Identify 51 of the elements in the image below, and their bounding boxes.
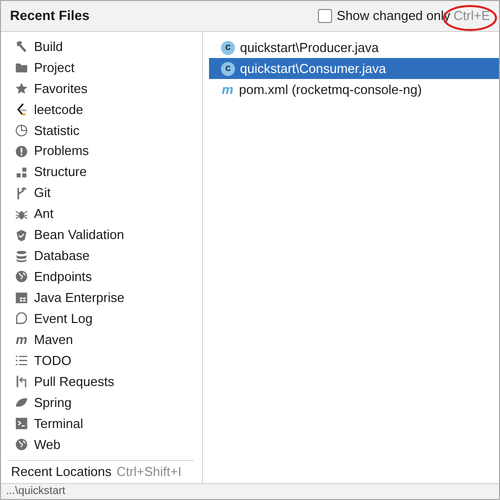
tool-window-item[interactable]: Endpoints: [6, 266, 197, 288]
tool-window-item[interactable]: Favorites: [6, 78, 197, 99]
tool-window-item[interactable]: leetcode: [6, 98, 197, 120]
status-bar: ...\quickstart: [1, 483, 499, 499]
tool-window-item[interactable]: Build: [6, 36, 197, 57]
tool-window-item[interactable]: TODO: [6, 350, 197, 372]
checkbox[interactable]: [318, 9, 332, 23]
list-icon: [15, 354, 28, 368]
tool-window-item[interactable]: Pull Requests: [6, 371, 197, 392]
logo-icon: [15, 102, 28, 116]
tool-window-item[interactable]: Bean Validation: [6, 224, 197, 246]
branch-icon: [15, 186, 28, 200]
pull-request-icon: [15, 375, 28, 388]
tool-window-item[interactable]: Statistic: [6, 120, 197, 141]
file-item[interactable]: c quickstart\Producer.java: [209, 37, 499, 58]
tool-window-item[interactable]: Spring: [6, 392, 197, 414]
leaf-icon: [15, 396, 28, 410]
dialog-title: Recent Files: [10, 6, 90, 25]
shortcut-hint: Ctrl+E: [454, 7, 490, 26]
table-icon: [15, 291, 28, 304]
shield-icon: [15, 228, 28, 242]
folder-icon: [15, 60, 28, 74]
tool-window-item[interactable]: Java Enterprise: [6, 287, 197, 308]
tool-window-item[interactable]: Git: [6, 182, 197, 204]
tool-window-item[interactable]: Problems: [6, 140, 197, 162]
tool-window-item[interactable]: Database: [6, 246, 197, 266]
globe-icon: [15, 270, 28, 284]
tool-window-item[interactable]: Terminal: [6, 413, 197, 434]
shortcut-hint: Ctrl+Shift+I: [116, 463, 182, 482]
tool-window-item[interactable]: Ant: [6, 204, 197, 225]
tool-window-item[interactable]: m Maven: [6, 329, 197, 350]
java-class-icon: c: [221, 62, 235, 76]
database-icon: [15, 250, 28, 262]
speech-bubble-icon: [15, 312, 28, 326]
tool-window-item[interactable]: Structure: [6, 162, 197, 183]
globe-icon: [15, 438, 28, 452]
file-item[interactable]: m pom.xml (rocketmq-console-ng): [209, 79, 499, 100]
tool-window-item[interactable]: Project: [6, 56, 197, 78]
tool-window-item[interactable]: Web: [6, 434, 197, 456]
terminal-icon: [15, 417, 28, 430]
hammer-icon: [15, 40, 28, 53]
java-class-icon: c: [221, 40, 235, 54]
star-icon: [15, 82, 28, 95]
maven-icon: m: [15, 333, 28, 346]
squares-icon: [15, 166, 28, 179]
pie-chart-icon: [15, 124, 28, 137]
tool-window-item[interactable]: Event Log: [6, 308, 197, 330]
file-item[interactable]: c quickstart\Consumer.java: [209, 58, 499, 79]
recent-locations-link[interactable]: Recent Locations: [11, 462, 112, 482]
exclamation-icon: [15, 144, 28, 158]
maven-icon: m: [221, 83, 234, 96]
